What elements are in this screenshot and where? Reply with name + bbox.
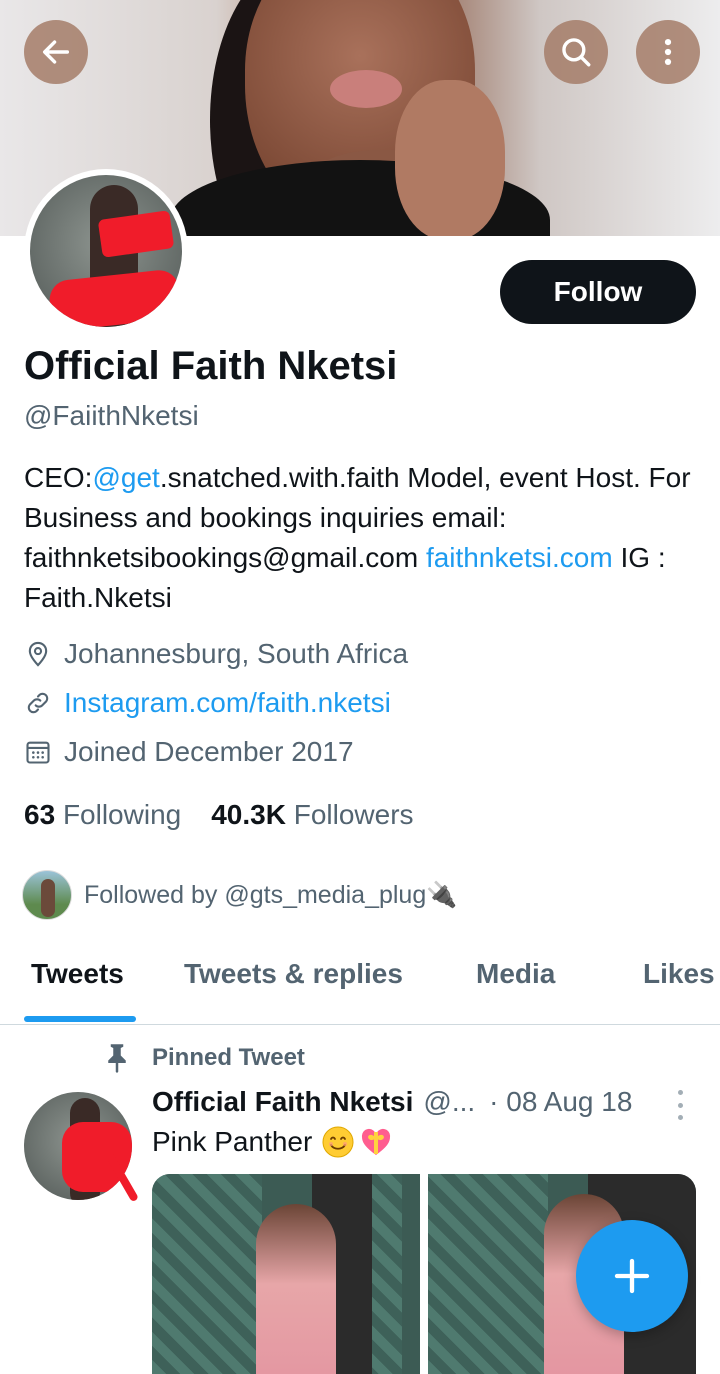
tweet-media-image-1[interactable]: [152, 1174, 420, 1374]
more-options-button[interactable]: [636, 20, 700, 84]
followers-count: 40.3K: [211, 799, 286, 830]
tweet-header: Official Faith Nketsi @... · 08 Aug 18: [152, 1086, 632, 1118]
followed-by[interactable]: Followed by @gts_media_plug🔌: [22, 870, 457, 920]
pinned-label-text: Pinned Tweet: [152, 1044, 305, 1071]
profile-joined: Joined December 2017: [24, 736, 354, 768]
followed-by-text: Followed by @gts_media_plug🔌: [84, 880, 458, 909]
more-vertical-icon: [664, 38, 672, 66]
followers-stat[interactable]: 40.3K Followers: [211, 799, 413, 830]
bio-mention-link[interactable]: @get: [92, 462, 159, 493]
profile-stats: 63 Following 40.3K Followers: [24, 799, 414, 831]
tab-media[interactable]: Media: [476, 958, 555, 990]
search-icon: [562, 38, 591, 67]
follower-avatar: [22, 870, 72, 920]
profile-tabs: Tweets Tweets & replies Media Likes: [0, 950, 720, 1025]
tweet-more-button[interactable]: [670, 1090, 690, 1120]
avatar-image: [30, 175, 182, 327]
profile-location: Johannesburg, South Africa: [24, 638, 408, 670]
pinned-label: Pinned Tweet: [104, 1043, 305, 1073]
following-stat[interactable]: 63 Following: [24, 799, 181, 830]
tweet-text: Pink Panther: [152, 1126, 392, 1158]
profile-handle: @FaiithNketsi: [24, 400, 199, 431]
profile-avatar[interactable]: [24, 169, 188, 333]
calendar-icon: [24, 738, 52, 766]
plus-icon: [614, 1258, 650, 1294]
tab-likes[interactable]: Likes: [643, 958, 715, 990]
active-tab-indicator: [24, 1016, 136, 1022]
following-label: Following: [62, 799, 182, 830]
following-count: 63: [24, 799, 56, 830]
tab-tweets-replies[interactable]: Tweets & replies: [184, 958, 403, 990]
bio-website-link[interactable]: faithnketsi.com: [426, 542, 613, 573]
tweet-author-name[interactable]: Official Faith Nketsi: [152, 1086, 413, 1118]
tweet-date[interactable]: · 08 Aug 18: [489, 1086, 632, 1118]
followers-label: Followers: [293, 799, 414, 830]
profile-bio: CEO:@get.snatched.with.faith Model, even…: [24, 458, 704, 618]
tab-tweets[interactable]: Tweets: [31, 958, 124, 990]
location-text: Johannesburg, South Africa: [64, 638, 409, 669]
tweet-text-body: Pink Panther: [152, 1126, 313, 1157]
back-button[interactable]: [24, 20, 88, 84]
smiling-face-emoji: [322, 1126, 354, 1158]
location-pin-icon: [24, 640, 52, 668]
heart-with-ribbon-emoji: [362, 1128, 391, 1155]
joined-text: Joined December 2017: [64, 736, 354, 767]
tweet-author-avatar[interactable]: [24, 1092, 132, 1200]
website-link[interactable]: Instagram.com/faith.nketsi: [64, 687, 391, 719]
bio-text-1: CEO:: [24, 462, 93, 493]
compose-tweet-button[interactable]: [576, 1220, 688, 1332]
pin-icon: [108, 1044, 126, 1073]
search-button[interactable]: [544, 20, 608, 84]
profile-website[interactable]: Instagram.com/faith.nketsi: [24, 687, 391, 719]
profile-name: Official Faith Nketsi: [24, 344, 398, 388]
link-icon: [24, 689, 52, 717]
follow-button[interactable]: Follow: [500, 260, 696, 324]
tweet-author-handle[interactable]: @...: [423, 1086, 475, 1118]
back-arrow-icon: [42, 40, 70, 64]
